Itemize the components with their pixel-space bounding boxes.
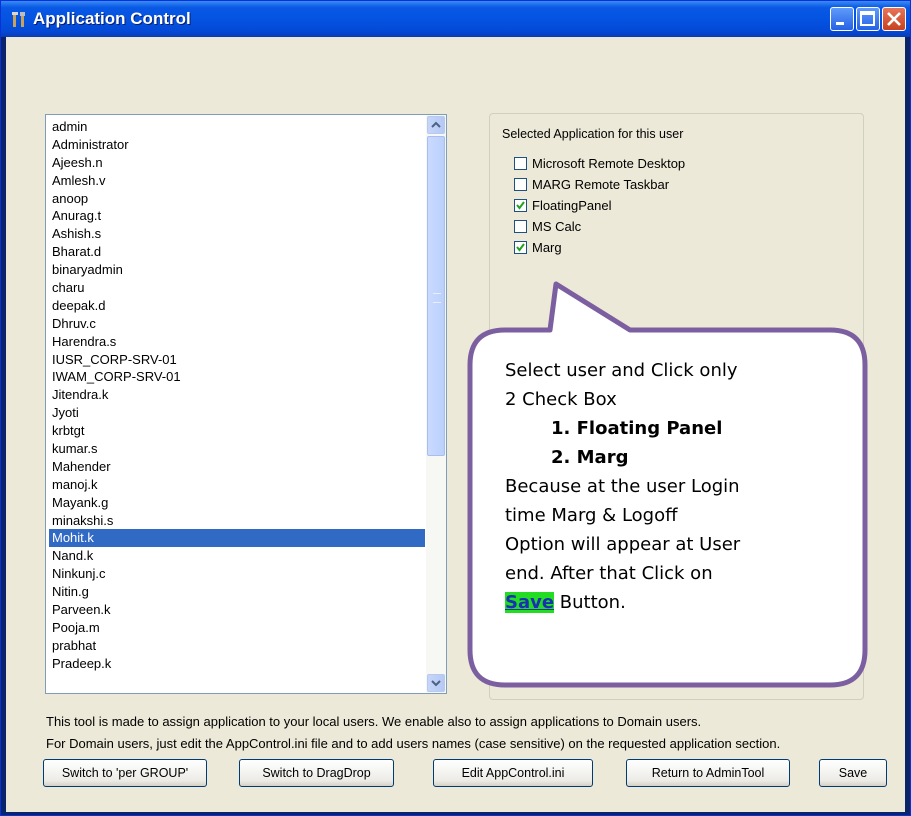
callout-line: Save Button. [505,588,845,617]
callout-line: time Marg & Logoff [505,505,678,526]
callout-line: end. After that Click on [505,563,713,584]
callout-line: Select user and Click only [505,360,738,381]
callout-line: 2 Check Box [505,389,617,410]
callout-list-item: 1. Floating Panel [551,418,723,439]
callout-text: Select user and Click only 2 Check Box 1… [505,356,845,617]
callout-line-rest: Button. [554,592,626,613]
callout-line: Option will appear at User [505,534,741,555]
save-highlight: Save [505,592,555,613]
callout-list-item: 2. Marg [551,447,629,468]
callout-line: Because at the user Login [505,476,740,497]
